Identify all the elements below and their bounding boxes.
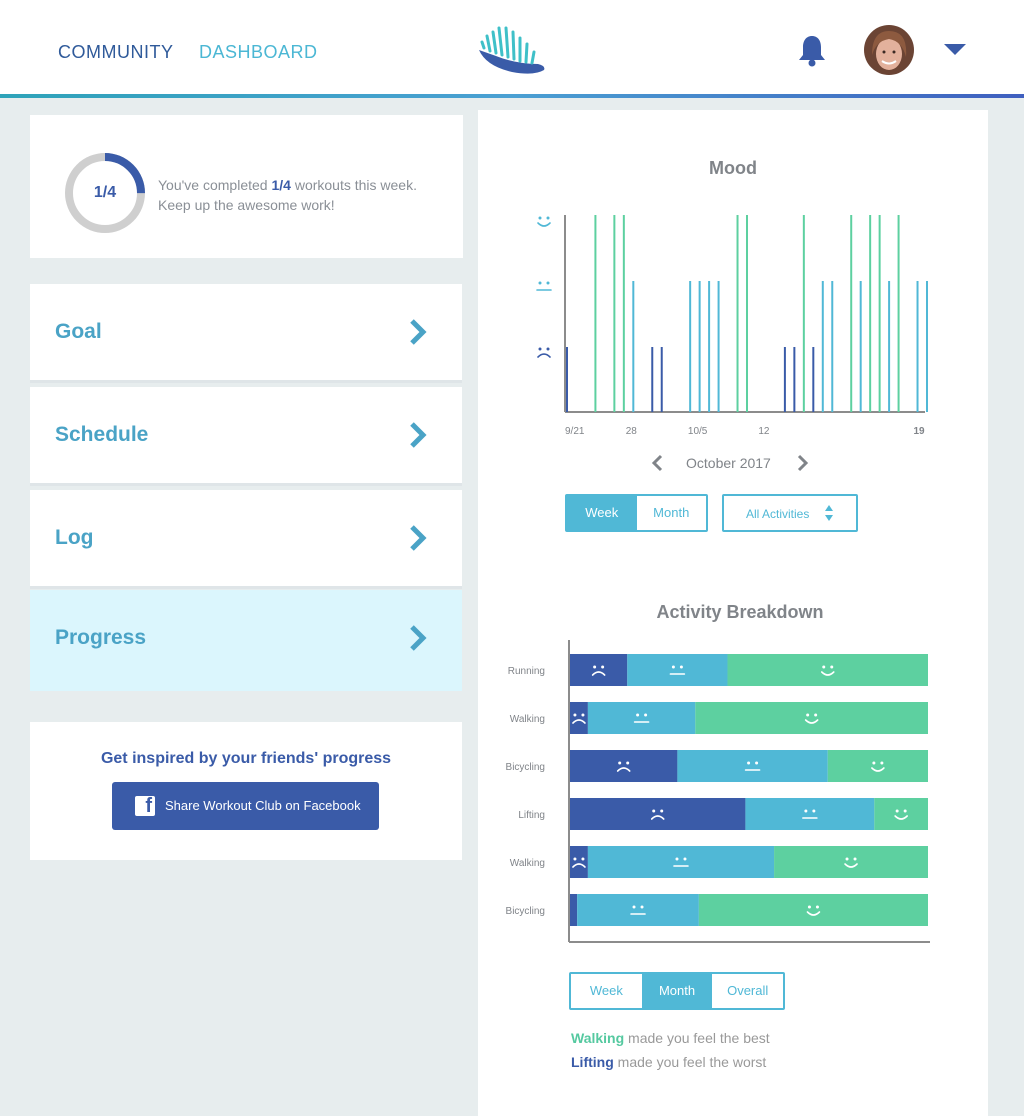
best-activity-name: Walking bbox=[571, 1030, 625, 1046]
bell-icon[interactable] bbox=[796, 33, 828, 67]
mood-toggle-week[interactable]: Week bbox=[567, 496, 637, 530]
progress-text-suffix: workouts this week. bbox=[290, 177, 417, 193]
mood-x-tick-label: 28 bbox=[626, 426, 638, 437]
top-header: COMMUNITY DASHBOARD bbox=[0, 0, 1024, 95]
activity-category-label: Bicycling bbox=[506, 906, 545, 917]
activity-bar-segment-neutral bbox=[577, 894, 699, 926]
worst-activity-text: made you feel the worst bbox=[613, 1054, 767, 1070]
activity-bar-segment-sad bbox=[570, 750, 678, 782]
share-title: Get inspired by your friends' progress bbox=[100, 750, 392, 767]
worst-activity-name: Lifting bbox=[571, 1054, 614, 1070]
share-button-label: Share Workout Club on Facebook bbox=[165, 798, 361, 813]
sort-arrows-icon bbox=[825, 505, 833, 521]
month-label: October 2017 bbox=[686, 455, 771, 471]
progress-message: You've completed 1/4 workouts this week.… bbox=[158, 175, 458, 215]
mood-range-toggle: Week Month bbox=[565, 494, 708, 532]
activity-bar-segment-neutral bbox=[627, 654, 728, 686]
chevron-right-icon bbox=[410, 525, 427, 551]
activity-bar-segment-sad bbox=[570, 702, 588, 734]
menu-item-schedule[interactable]: Schedule bbox=[30, 387, 462, 486]
menu-item-progress[interactable]: Progress bbox=[30, 590, 462, 691]
activity-bar-segment-neutral bbox=[587, 702, 696, 734]
activity-filter-select[interactable]: All Activities bbox=[722, 494, 858, 532]
activity-bar-segment-sad bbox=[570, 894, 578, 926]
charts-panel: Mood 9/21 28 10/5 12 19 October 2017 Week Mo… bbox=[478, 110, 988, 1116]
activity-toggle-week[interactable]: Week bbox=[571, 974, 642, 1008]
mood-chart-title: Mood bbox=[709, 158, 757, 178]
header-divider bbox=[0, 94, 1024, 98]
activity-bar-segment-happy bbox=[695, 702, 928, 734]
menu-item-goal[interactable]: Goal bbox=[30, 284, 462, 383]
activity-toggle-month[interactable]: Month bbox=[641, 974, 713, 1008]
activity-category-label: Bicycling bbox=[506, 762, 545, 773]
nav-community[interactable]: COMMUNITY bbox=[58, 42, 174, 63]
shoe-logo-icon[interactable] bbox=[476, 24, 548, 76]
mood-chart: 9/21 28 10/5 12 19 bbox=[536, 215, 928, 437]
mood-x-tick-label: 12 bbox=[758, 426, 770, 437]
share-facebook-button[interactable]: f Share Workout Club on Facebook bbox=[112, 782, 379, 830]
chevron-right-icon bbox=[410, 625, 427, 651]
activity-bar-segment-neutral bbox=[745, 798, 875, 830]
activity-bar-segment-sad bbox=[570, 798, 746, 830]
facebook-icon: f bbox=[135, 795, 155, 817]
activity-bar-segment-sad bbox=[570, 654, 628, 686]
activity-category-label: Walking bbox=[510, 858, 545, 869]
neutral-face-icon bbox=[536, 281, 552, 291]
progress-ring-label: 1/4 bbox=[93, 184, 117, 201]
activity-bar-segment-neutral bbox=[587, 846, 775, 878]
progress-text-encouragement: Keep up the awesome work! bbox=[158, 197, 335, 213]
activity-breakdown-chart: Running Walking Bicycling Lifting Walking Bic… bbox=[506, 640, 930, 943]
avatar[interactable] bbox=[864, 25, 914, 75]
chevron-right-icon bbox=[410, 422, 427, 448]
menu-item-label: Goal bbox=[55, 320, 102, 343]
activity-bar-segment-neutral bbox=[677, 750, 828, 782]
weekly-progress-card: 1/4 You've completed 1/4 workouts this w… bbox=[30, 115, 463, 258]
activity-bar-segment-sad bbox=[570, 846, 588, 878]
mood-toggle-month[interactable]: Month bbox=[637, 496, 707, 530]
mood-x-tick-label: 9/21 bbox=[565, 426, 585, 437]
nav-dashboard[interactable]: DASHBOARD bbox=[199, 42, 318, 63]
worst-activity-summary: Lifting made you feel the worst bbox=[571, 1054, 766, 1070]
activity-category-label: Lifting bbox=[518, 810, 545, 821]
menu-item-label: Log bbox=[55, 526, 94, 549]
chevron-right-icon bbox=[410, 319, 427, 345]
activity-bar-segment-happy bbox=[774, 846, 928, 878]
activity-bar-segment-happy bbox=[698, 894, 928, 926]
caret-down-icon[interactable] bbox=[944, 42, 966, 56]
activity-category-label: Walking bbox=[510, 714, 545, 725]
best-activity-text: made you feel the best bbox=[624, 1030, 770, 1046]
progress-text-count: 1/4 bbox=[271, 177, 291, 193]
activity-range-toggle: Week Month Overall bbox=[569, 972, 785, 1010]
menu-item-label: Progress bbox=[55, 626, 147, 649]
activity-breakdown-title: Activity Breakdown bbox=[656, 602, 824, 622]
menu-item-log[interactable]: Log bbox=[30, 490, 462, 589]
sad-face-icon bbox=[537, 347, 551, 358]
best-activity-summary: Walking made you feel the best bbox=[571, 1030, 770, 1046]
activity-category-label: Running bbox=[508, 666, 545, 677]
progress-text-prefix: You've completed bbox=[158, 177, 272, 193]
chevron-left-icon[interactable] bbox=[650, 454, 664, 472]
activity-filter-value: All Activities bbox=[746, 507, 810, 521]
activity-bar-segment-happy bbox=[874, 798, 928, 830]
happy-face-icon bbox=[537, 216, 551, 227]
activity-toggle-overall[interactable]: Overall bbox=[712, 974, 783, 1008]
mood-x-tick-label: 19 bbox=[913, 426, 925, 437]
activity-bar-segment-happy bbox=[827, 750, 928, 782]
menu-item-label: Schedule bbox=[55, 423, 149, 446]
activity-bar-segment-happy bbox=[727, 654, 928, 686]
share-card: Get inspired by your friends' progress f… bbox=[30, 722, 462, 860]
chevron-right-icon[interactable] bbox=[796, 454, 810, 472]
mood-x-tick-label: 10/5 bbox=[688, 426, 708, 437]
month-navigator: October 2017 bbox=[648, 452, 818, 476]
